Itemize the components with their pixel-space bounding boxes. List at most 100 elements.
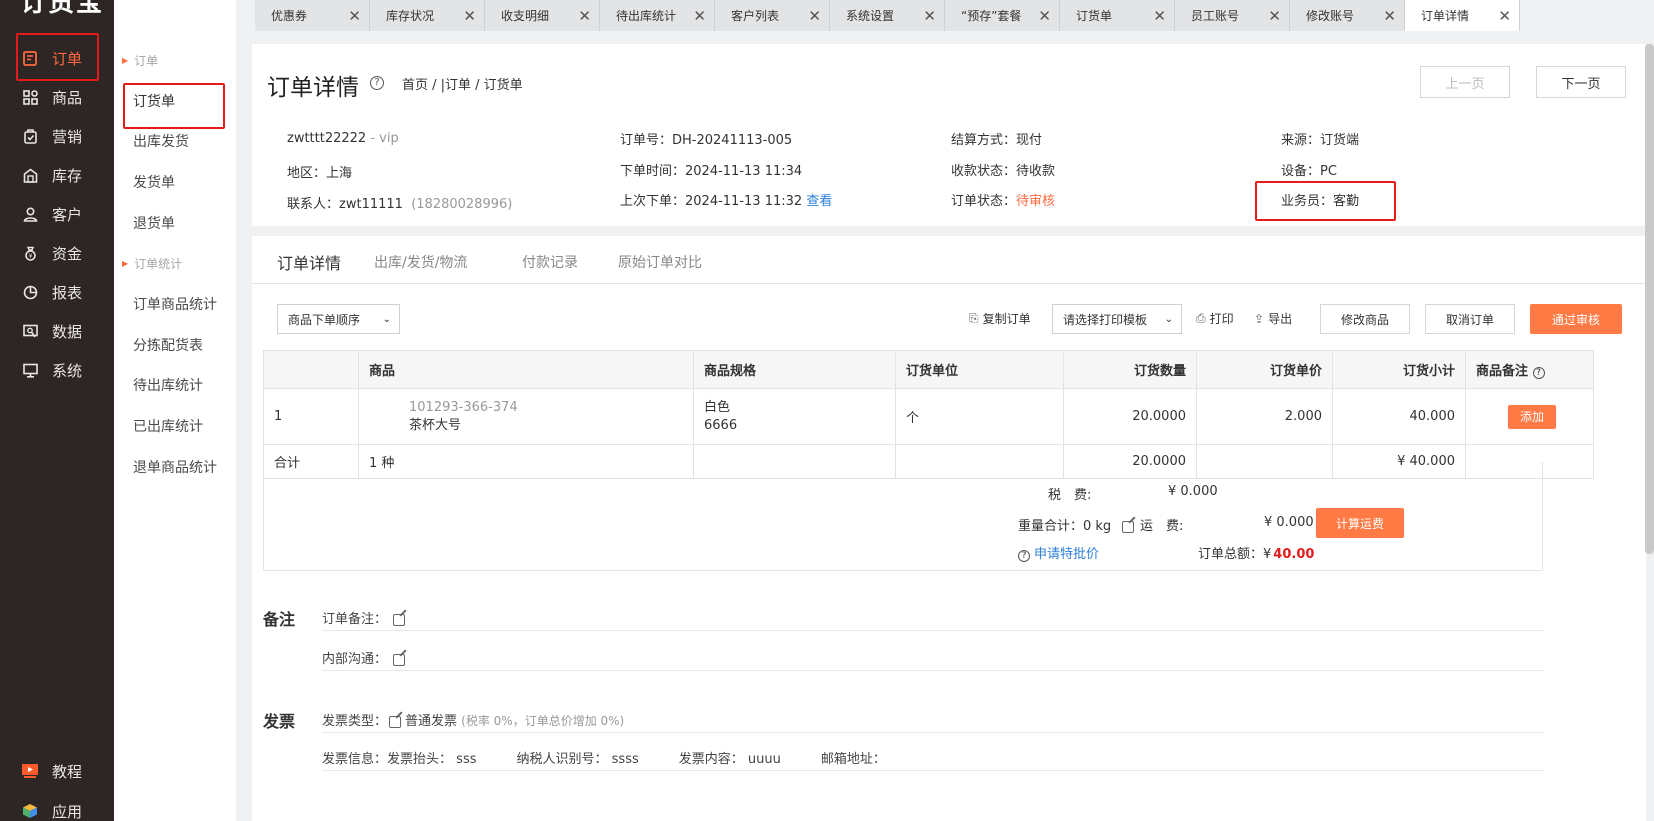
contact-phone: (18280028996)	[411, 197, 513, 212]
print-template-select[interactable]: 请选择打印模板 ⌄	[1052, 304, 1182, 334]
nav-customer[interactable]: 客户	[22, 200, 114, 228]
last-order-value: 2024-11-13 11:32	[685, 194, 803, 209]
subnav-item-return-stats[interactable]: 退单商品统计	[133, 456, 217, 480]
payment-status: 收款状态：待收款	[951, 160, 1055, 179]
nav-tutorial-label: 教程	[52, 762, 83, 781]
tab-order-detail-inner[interactable]: 订单详情	[277, 250, 341, 274]
nav-reports[interactable]: 报表	[22, 278, 114, 306]
nav-marketing[interactable]: 营销	[22, 122, 114, 150]
nav-apps-label: 应用	[52, 802, 83, 821]
close-icon[interactable]: ✕	[1153, 7, 1166, 25]
tab-staff[interactable]: 员工账号 ✕	[1175, 0, 1290, 31]
customer-level: - vip	[366, 131, 399, 146]
freight-edit[interactable]: 运 费:	[1122, 515, 1183, 534]
invoice-section-title: 发票	[263, 712, 296, 731]
help-icon[interactable]: ?	[370, 76, 384, 90]
nav-data[interactable]: 数据	[22, 317, 114, 345]
region-label: 地区：	[287, 166, 327, 181]
subnav-group-order-label: 订单	[134, 53, 159, 68]
tab-original-compare[interactable]: 原始订单对比	[618, 252, 702, 272]
export-button[interactable]: ⇪ 导出	[1254, 310, 1292, 327]
tab-stock[interactable]: 库存状况 ✕	[370, 0, 485, 31]
close-icon[interactable]: ✕	[693, 7, 706, 25]
tab-order-detail[interactable]: 订单详情 ✕	[1405, 0, 1520, 31]
internal-note-field[interactable]: 内部沟通：	[322, 648, 406, 667]
close-icon[interactable]: ✕	[1268, 7, 1281, 25]
edit-icon[interactable]	[393, 653, 406, 666]
subnav-item-shipped[interactable]: 已出库统计	[133, 415, 203, 439]
subnav-item-purchase-order[interactable]: 订货单	[133, 90, 175, 114]
salesman: 业务员：客勤	[1281, 190, 1359, 209]
subnav-item-delivery[interactable]: 发货单	[133, 171, 175, 195]
close-icon[interactable]: ✕	[578, 7, 591, 25]
nav-funds[interactable]: ¥ 资金	[22, 239, 114, 267]
apply-special-price-link[interactable]: 申请特批价	[1034, 547, 1099, 562]
salesman-label: 业务员：	[1281, 194, 1334, 209]
copy-order-button[interactable]: ⎘ 复制订单	[969, 310, 1031, 327]
close-icon[interactable]: ✕	[1383, 7, 1396, 25]
invoice-type-value[interactable]: 普通发票	[405, 714, 457, 729]
tab-settings[interactable]: 系统设置 ✕	[830, 0, 945, 31]
page-content: 订单详情 ? 首页 / |订单 / 订货单 上一页 下一页 zwtttt2222…	[252, 44, 1646, 821]
spec-color: 白色	[704, 399, 731, 415]
order-info: zwtttt22222 - vip 地区：上海 联系人：zwt11111 (18…	[252, 116, 1646, 216]
tax-number-label: 纳税人识别号：	[516, 752, 608, 767]
nav-order[interactable]: 订单	[22, 44, 114, 72]
vertical-scrollbar[interactable]	[1645, 44, 1654, 554]
sort-select[interactable]: 商品下单顺序 ⌄	[277, 304, 400, 334]
subnav-item-goods-stats[interactable]: 订单商品统计	[133, 293, 217, 317]
breadcrumb[interactable]: 首页 / |订单 / 订货单	[402, 74, 523, 93]
subnav-item-picking[interactable]: 分拣配货表	[133, 334, 203, 358]
print-button[interactable]: ⎙ 打印	[1196, 310, 1234, 327]
tab-income[interactable]: 收支明细 ✕	[485, 0, 600, 31]
col-price: 订货单价	[1196, 350, 1333, 389]
add-note-button[interactable]: 添加	[1508, 404, 1556, 429]
subnav-item-outbound[interactable]: 出库发货	[133, 130, 189, 154]
view-link[interactable]: 查看	[806, 194, 832, 209]
table-header-row: 商品 商品规格 订货单位 订货数量 订货单价 订货小计 商品备注 ?	[263, 350, 1594, 389]
row-qty: 20.0000	[1063, 388, 1197, 445]
tab-edit-account[interactable]: 修改账号 ✕	[1290, 0, 1405, 31]
divider	[322, 732, 1544, 733]
calc-freight-button[interactable]: 计算运费	[1316, 508, 1404, 538]
tab-pending-out[interactable]: 待出库统计 ✕	[600, 0, 715, 31]
tab-prepaid[interactable]: “预存”套餐 ✕	[945, 0, 1060, 31]
freight-value: ¥ 0.000	[1264, 515, 1314, 530]
device: 设备：PC	[1281, 160, 1337, 179]
nav-apps[interactable]: 应用	[22, 797, 114, 821]
close-icon[interactable]: ✕	[348, 7, 361, 25]
subnav-group-stats: ▶ 订单统计	[122, 253, 182, 273]
apply-special-price[interactable]: ? 申请特批价	[1018, 543, 1099, 562]
subnav-item-return[interactable]: 退货单	[133, 212, 175, 236]
nav-warehouse[interactable]: 库存	[22, 161, 114, 189]
nav-goods[interactable]: 商品	[22, 83, 114, 111]
approve-button[interactable]: 通过审核	[1530, 304, 1622, 334]
close-icon[interactable]: ✕	[808, 7, 821, 25]
close-icon[interactable]: ✕	[923, 7, 936, 25]
nav-tutorial[interactable]: 教程	[22, 757, 114, 785]
tab-coupon[interactable]: 优惠券 ✕	[255, 0, 370, 31]
customer-name: zwtttt22222 - vip	[287, 131, 399, 146]
edit-icon[interactable]	[389, 715, 402, 728]
subnav-item-pending-out[interactable]: 待出库统计	[133, 374, 203, 398]
goods-code: 101293-366-374	[409, 399, 518, 415]
edit-icon[interactable]	[393, 613, 406, 626]
row-goods: 101293-366-374 茶杯大号	[358, 388, 694, 445]
edit-icon[interactable]	[1122, 520, 1134, 533]
edit-goods-button[interactable]: 修改商品	[1320, 304, 1410, 334]
user-icon	[22, 206, 38, 222]
prev-page-button[interactable]: 上一页	[1420, 66, 1510, 98]
close-icon[interactable]: ✕	[463, 7, 476, 25]
order-note-field[interactable]: 订单备注：	[322, 608, 406, 627]
cancel-order-button[interactable]: 取消订单	[1425, 304, 1515, 334]
close-icon[interactable]: ✕	[1498, 7, 1511, 25]
next-page-button[interactable]: 下一页	[1536, 66, 1626, 98]
nav-system[interactable]: 系统	[22, 356, 114, 384]
tab-logistics[interactable]: 出库/发货/物流	[374, 252, 467, 272]
tab-payments[interactable]: 付款记录	[522, 252, 578, 272]
close-icon[interactable]: ✕	[1038, 7, 1051, 25]
help-icon[interactable]: ?	[1532, 367, 1545, 379]
tab-customers[interactable]: 客户列表 ✕	[715, 0, 830, 31]
tab-purchase-order[interactable]: 订货单 ✕	[1060, 0, 1175, 31]
tab-label: 优惠券	[271, 9, 308, 23]
